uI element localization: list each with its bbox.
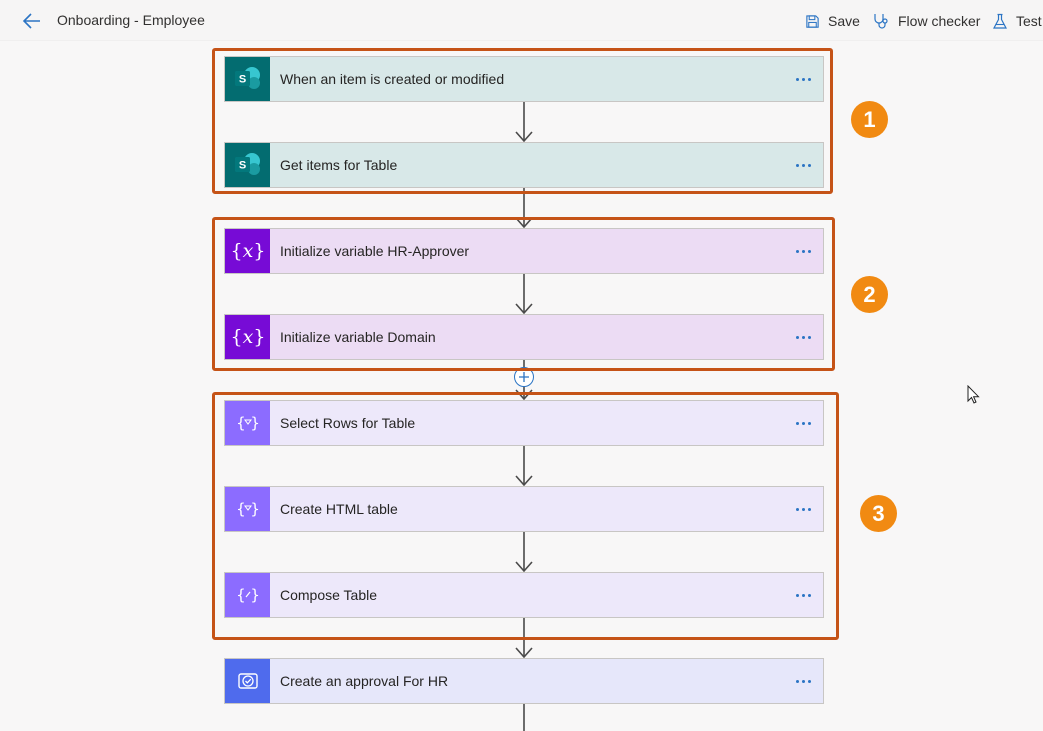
flow-checker-label: Flow checker	[898, 13, 981, 29]
step-label: Create an approval For HR	[280, 673, 449, 689]
save-label: Save	[828, 13, 860, 29]
back-arrow-icon[interactable]	[20, 9, 44, 33]
connector-line	[523, 703, 525, 731]
save-icon	[806, 14, 819, 28]
group-badge-3: 3	[860, 495, 897, 532]
group-highlight-3	[212, 392, 839, 640]
approval-icon	[225, 659, 270, 703]
more-options-button[interactable]	[783, 659, 823, 703]
beaker-icon	[993, 13, 1007, 29]
group-badge-2: 2	[851, 276, 888, 313]
group-badge-1: 1	[851, 101, 888, 138]
flow-checker-button[interactable]: Flow checker	[872, 10, 980, 32]
test-button[interactable]: Test	[992, 10, 1042, 32]
save-button[interactable]: Save	[805, 10, 860, 32]
group-highlight-1	[212, 48, 833, 194]
test-label: Test	[1016, 13, 1042, 29]
flow-title: Onboarding - Employee	[57, 12, 205, 28]
command-bar: Onboarding - Employee Save Flow checker …	[0, 0, 1043, 41]
step-card-create-approval[interactable]: Create an approval For HR	[224, 658, 824, 704]
group-highlight-2	[212, 217, 835, 371]
stethoscope-icon	[874, 14, 888, 29]
mouse-cursor-icon	[967, 385, 980, 404]
